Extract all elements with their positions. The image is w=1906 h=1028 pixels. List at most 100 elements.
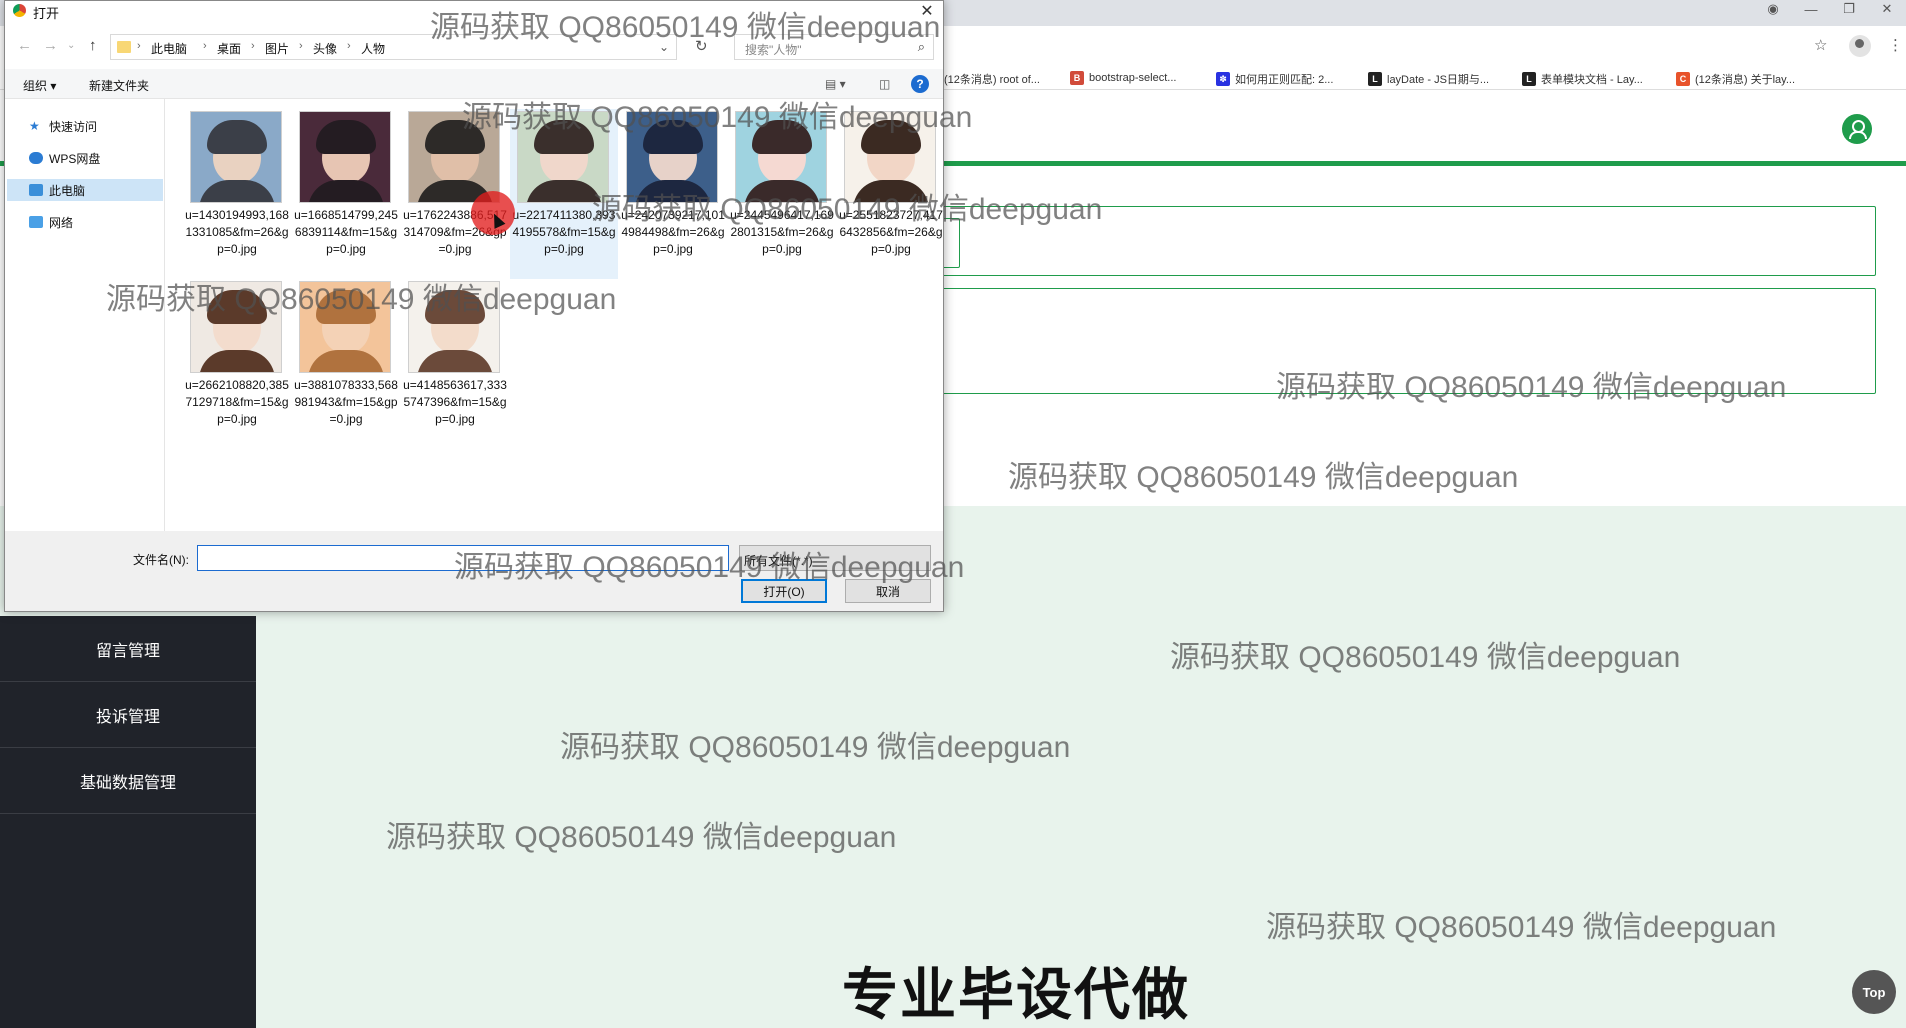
- crumb-separator: ›: [137, 40, 141, 52]
- crumb-separator: ›: [203, 40, 207, 52]
- file-name: u=2420739217,1014984498&fm=26&gp=0.jpg: [621, 208, 725, 256]
- filename-input[interactable]: [198, 546, 728, 570]
- help-icon[interactable]: ?: [911, 75, 929, 93]
- filename-label: 文件名(N):: [133, 553, 189, 567]
- sidebar-item-message[interactable]: 留言管理: [0, 616, 256, 682]
- tab-search-icon[interactable]: ◉: [1754, 0, 1792, 18]
- path-dropdown-icon[interactable]: ⌄: [659, 40, 669, 54]
- open-button[interactable]: 打开(O): [741, 579, 827, 603]
- sidebar-item-label: 留言管理: [95, 642, 160, 660]
- image-thumbnail: [408, 111, 500, 203]
- nav-item-network[interactable]: 网络: [7, 211, 163, 233]
- file-grid: u=1430194993,1681331085&fm=26&gp=0.jpg u=…: [183, 109, 943, 529]
- crumb-separator: ›: [299, 40, 303, 52]
- back-to-top-button[interactable]: Top: [1852, 970, 1896, 1014]
- search-input[interactable]: 搜索"人物" ⌕: [734, 34, 934, 60]
- file-name: u=3881078333,568981943&fm=15&gp=0.jpg: [294, 378, 398, 426]
- watermark-text: 源码获取 QQ86050149 微信deepguan: [560, 731, 1071, 764]
- watermark-text: 源码获取 QQ86050149 微信deepguan: [1170, 641, 1681, 674]
- navigation-pane: ★ 快速访问 WPS网盘 此电脑 网络: [5, 99, 165, 531]
- profile-avatar[interactable]: [1849, 35, 1871, 57]
- file-name: u=2662108820,3857129718&fm=15&gp=0.jpg: [185, 378, 289, 426]
- cancel-button[interactable]: 取消: [845, 579, 931, 603]
- recent-dropdown-icon[interactable]: ⌄: [67, 40, 75, 51]
- forward-arrow-icon[interactable]: →: [43, 37, 58, 54]
- file-item[interactable]: u=2217411380,3934195578&fm=15&gp=0.jpg: [510, 109, 618, 279]
- sidebar-item-label: 投诉管理: [95, 708, 160, 726]
- close-window-button[interactable]: ✕: [1868, 0, 1906, 18]
- nav-item-this-pc[interactable]: 此电脑: [7, 179, 163, 201]
- image-thumbnail: [190, 111, 282, 203]
- up-arrow-icon[interactable]: ↑: [89, 37, 97, 54]
- watermark-text: 源码获取 QQ86050149 微信deepguan: [1266, 911, 1777, 944]
- promo-banner-text: 专业毕设代做: [842, 963, 1190, 1028]
- bookmark-item[interactable]: Bbootstrap-select...: [1070, 71, 1176, 85]
- breadcrumb-item[interactable]: 头像: [313, 40, 337, 57]
- bookmark-item[interactable]: L 表单模块文档 - Lay...: [1522, 71, 1643, 87]
- file-item[interactable]: u=1430194993,1681331085&fm=26&gp=0.jpg: [183, 109, 291, 279]
- file-name: u=1668514799,2456839114&fm=15&gp=0.jpg: [294, 208, 398, 256]
- file-name: u=2445496417,1692801315&fm=26&gp=0.jpg: [730, 208, 834, 256]
- bookmark-star-icon[interactable]: ☆: [1814, 36, 1827, 54]
- bookmark-item[interactable]: ✽ 如何用正则匹配: 2...: [1216, 71, 1333, 87]
- form-textarea-field[interactable]: [940, 288, 1876, 394]
- breadcrumb-item[interactable]: 图片: [265, 40, 289, 57]
- file-item[interactable]: u=2551823727,4176432856&fm=26&gp=0.jpg: [837, 109, 945, 279]
- filename-field[interactable]: [197, 545, 729, 571]
- search-placeholder: 搜索"人物": [745, 43, 802, 57]
- network-icon: [29, 216, 43, 228]
- nav-item-wps-drive[interactable]: WPS网盘: [7, 147, 163, 169]
- breadcrumb-item[interactable]: 此电脑: [151, 40, 187, 57]
- view-options-icon[interactable]: ▤ ▾: [825, 77, 846, 91]
- bookmark-item[interactable]: LlayDate - JS日期与...: [1368, 71, 1489, 87]
- breadcrumb-item[interactable]: 桌面: [217, 40, 241, 57]
- file-item[interactable]: u=3881078333,568981943&fm=15&gp=0.jpg: [292, 279, 400, 449]
- dialog-nav-row: ← → ⌄ ↑ › 此电脑 › 桌面 › 图片 › 头像 › 人物 ⌄ ↻ 搜索…: [5, 27, 943, 65]
- cloud-icon: [29, 152, 43, 164]
- chrome-icon: [13, 4, 26, 17]
- restore-button[interactable]: ❐: [1830, 0, 1868, 18]
- file-name: u=2551823727,4176432856&fm=26&gp=0.jpg: [839, 208, 943, 256]
- sidebar-item-label: 基础数据管理: [79, 774, 176, 792]
- file-item[interactable]: u=1668514799,2456839114&fm=15&gp=0.jpg: [292, 109, 400, 279]
- image-thumbnail: [408, 281, 500, 373]
- folder-icon: [117, 41, 131, 53]
- dialog-titlebar: 打开 ✕: [5, 1, 943, 21]
- bookmark-item[interactable]: C (12条消息) 关于lay...: [1676, 71, 1795, 87]
- file-item[interactable]: u=2420739217,1014984498&fm=26&gp=0.jpg: [619, 109, 727, 279]
- image-thumbnail: [299, 281, 391, 373]
- file-item[interactable]: u=2662108820,3857129718&fm=15&gp=0.jpg: [183, 279, 291, 449]
- user-avatar-button[interactable]: [1842, 114, 1872, 144]
- new-folder-button[interactable]: 新建文件夹: [89, 77, 149, 94]
- file-item[interactable]: u=2445496417,1692801315&fm=26&gp=0.jpg: [728, 109, 836, 279]
- file-item[interactable]: u=4148563617,3335747396&fm=15&gp=0.jpg: [401, 279, 509, 449]
- sidebar-item-basic-data[interactable]: 基础数据管理: [0, 748, 256, 814]
- dialog-footer: 文件名(N): 所有文件(*.*) 打开(O) 取消: [5, 531, 943, 611]
- image-thumbnail: [844, 111, 936, 203]
- refresh-icon[interactable]: ↻: [695, 37, 708, 55]
- file-name: u=4148563617,3335747396&fm=15&gp=0.jpg: [403, 378, 507, 426]
- bookmark-item[interactable]: (12条消息) root of...: [944, 71, 1040, 87]
- layui-icon: L: [1522, 72, 1536, 86]
- dialog-close-button[interactable]: ✕: [915, 1, 939, 21]
- breadcrumb-item[interactable]: 人物: [361, 40, 385, 57]
- nav-item-quick-access[interactable]: ★ 快速访问: [7, 115, 163, 137]
- organize-button[interactable]: 组织 ▾: [23, 77, 56, 94]
- minimize-button[interactable]: —: [1792, 0, 1830, 18]
- address-path-bar[interactable]: › 此电脑 › 桌面 › 图片 › 头像 › 人物 ⌄: [110, 34, 677, 60]
- form-input-field[interactable]: [940, 206, 1876, 276]
- file-name: u=1430194993,1681331085&fm=26&gp=0.jpg: [185, 208, 289, 256]
- back-arrow-icon[interactable]: ←: [17, 37, 32, 54]
- crumb-separator: ›: [251, 40, 255, 52]
- image-thumbnail: [517, 111, 609, 203]
- window-controls: ◉ — ❐ ✕: [1754, 0, 1906, 18]
- file-type-filter[interactable]: 所有文件(*.*): [739, 545, 931, 571]
- sidebar-item-complaint[interactable]: 投诉管理: [0, 682, 256, 748]
- dialog-command-bar: 组织 ▾ 新建文件夹 ▤ ▾ ◫ ?: [5, 69, 943, 99]
- image-thumbnail: [190, 281, 282, 373]
- file-name: u=2217411380,3934195578&fm=15&gp=0.jpg: [512, 208, 616, 256]
- dialog-title: 打开: [33, 6, 60, 21]
- preview-pane-icon[interactable]: ◫: [879, 77, 890, 91]
- image-thumbnail: [735, 111, 827, 203]
- more-menu-icon[interactable]: ⋮: [1888, 36, 1903, 54]
